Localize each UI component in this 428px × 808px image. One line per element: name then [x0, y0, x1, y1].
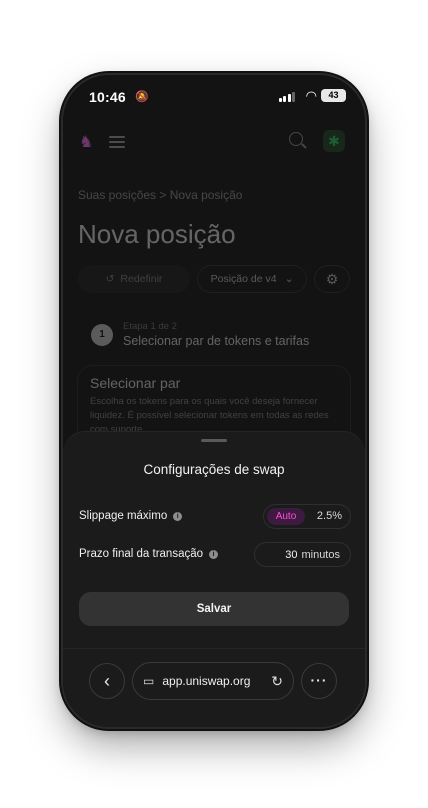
step-number-badge: 1: [91, 324, 113, 346]
reset-label: Redefinir: [120, 273, 163, 285]
reload-icon[interactable]: ↻: [271, 673, 283, 690]
sheet-handle[interactable]: [201, 439, 227, 442]
sheet-title: Configurações de swap: [143, 462, 285, 477]
slippage-control[interactable]: Auto 2.5%: [263, 504, 351, 529]
url-text[interactable]: app.uniswap.org: [162, 674, 250, 688]
position-version-dropdown[interactable]: Posição de v4 ⌄: [197, 265, 307, 293]
card-title: Selecionar par: [90, 375, 181, 391]
info-icon[interactable]: i: [209, 549, 219, 559]
gear-icon[interactable]: ⚙: [314, 265, 350, 293]
search-icon[interactable]: [289, 132, 303, 146]
more-icon[interactable]: ···: [301, 663, 337, 699]
reset-button[interactable]: ↺ Redefinir: [78, 265, 190, 293]
slippage-row-label: Slippage máximo i: [79, 510, 183, 522]
breadcrumb[interactable]: Suas posições > Nova posição: [78, 188, 242, 202]
deadline-value[interactable]: 30: [285, 549, 297, 561]
top-nav: ♞ ✱: [63, 127, 365, 157]
page-title: Nova posição: [78, 219, 236, 249]
slippage-auto-toggle[interactable]: Auto: [267, 508, 305, 525]
step-title: Selecionar par de tokens e tarifas: [123, 334, 310, 348]
back-icon[interactable]: ‹: [89, 663, 125, 699]
deadline-input[interactable]: 30 minutos: [254, 542, 351, 567]
address-bar[interactable]: ▭ app.uniswap.org ↻: [132, 662, 294, 700]
save-button[interactable]: Salvar: [79, 592, 349, 626]
browser-toolbar: ‹ ▭ app.uniswap.org ↻ ···: [63, 648, 365, 727]
step-caption: Etapa 1 de 2: [123, 321, 177, 332]
reset-icon: ↺: [105, 273, 115, 285]
screen: 10:46 🔕 ◠ 43 ♞ ✱ Suas posições > Nova po…: [63, 75, 365, 727]
avatar[interactable]: ✱: [323, 130, 345, 152]
chevron-down-icon: ⌄: [284, 273, 294, 285]
deadline-row-label: Prazo final da transação i: [79, 548, 219, 560]
page-icon: ▭: [143, 674, 155, 688]
info-icon[interactable]: i: [173, 511, 183, 521]
position-version-label: Posição de v4: [210, 273, 277, 285]
menu-icon[interactable]: [109, 136, 125, 151]
deadline-unit: minutos: [301, 548, 340, 561]
deadline-label: Prazo final da transação: [79, 548, 204, 560]
slippage-value[interactable]: 2.5%: [317, 510, 342, 522]
slippage-label: Slippage máximo: [79, 510, 168, 522]
uniswap-logo-icon[interactable]: ♞: [79, 132, 97, 151]
phone-frame: 10:46 🔕 ◠ 43 ♞ ✱ Suas posições > Nova po…: [63, 75, 365, 727]
